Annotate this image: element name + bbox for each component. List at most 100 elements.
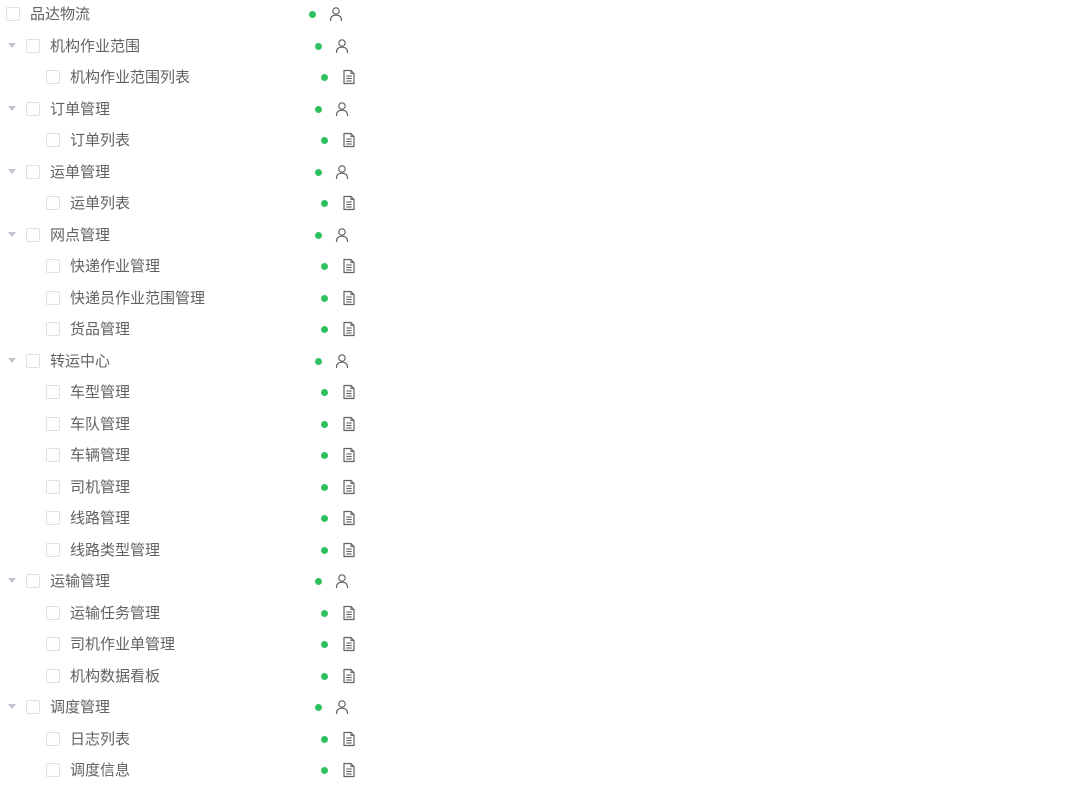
node-checkbox[interactable] (46, 763, 60, 777)
user-icon[interactable] (335, 227, 349, 243)
node-checkbox[interactable] (6, 7, 20, 21)
document-icon[interactable] (342, 479, 356, 495)
node-label: 订单列表 (70, 131, 131, 149)
node-checkbox[interactable] (26, 700, 40, 714)
tree-group-node[interactable]: 运输管理 (0, 567, 380, 595)
node-checkbox[interactable] (46, 448, 60, 462)
tree-group-node[interactable]: 订单管理 (0, 95, 380, 123)
status-dot-icon (321, 389, 328, 396)
document-icon[interactable] (342, 542, 356, 558)
tree-leaf-node[interactable]: 线路管理 (0, 504, 380, 532)
node-checkbox[interactable] (46, 417, 60, 431)
node-label: 运输管理 (50, 572, 111, 590)
document-icon[interactable] (342, 290, 356, 306)
tree-leaf-node[interactable]: 司机管理 (0, 473, 380, 501)
tree-group-node[interactable]: 调度管理 (0, 693, 380, 721)
status-dot-icon (321, 484, 328, 491)
node-label: 车型管理 (70, 383, 131, 401)
document-icon[interactable] (342, 762, 356, 778)
tree-group-node[interactable]: 机构作业范围 (0, 32, 380, 60)
user-icon[interactable] (335, 353, 349, 369)
status-dot-icon (315, 578, 322, 585)
tree-leaf-node[interactable]: 司机作业单管理 (0, 630, 380, 658)
status-dot-icon (321, 736, 328, 743)
node-checkbox[interactable] (46, 732, 60, 746)
tree-root-node[interactable]: 品达物流 (0, 0, 380, 28)
tree-leaf-node[interactable]: 车型管理 (0, 378, 380, 406)
tree-leaf-node[interactable]: 日志列表 (0, 725, 380, 753)
node-label: 运单列表 (70, 194, 131, 212)
document-icon[interactable] (342, 668, 356, 684)
document-icon[interactable] (342, 416, 356, 432)
user-icon[interactable] (335, 699, 349, 715)
document-icon[interactable] (342, 510, 356, 526)
tree-leaf-node[interactable]: 运输任务管理 (0, 599, 380, 627)
node-checkbox[interactable] (26, 574, 40, 588)
tree-group-node[interactable]: 网点管理 (0, 221, 380, 249)
tree-group-node[interactable]: 运单管理 (0, 158, 380, 186)
tree-leaf-node[interactable]: 机构作业范围列表 (0, 63, 380, 91)
expand-caret-icon[interactable] (8, 358, 16, 363)
document-icon[interactable] (342, 195, 356, 211)
tree-leaf-node[interactable]: 调度信息 (0, 756, 380, 784)
node-label: 线路类型管理 (70, 541, 161, 559)
node-checkbox[interactable] (46, 637, 60, 651)
tree-leaf-node[interactable]: 快递作业管理 (0, 252, 380, 280)
tree-leaf-node[interactable]: 运单列表 (0, 189, 380, 217)
node-label: 车辆管理 (70, 446, 131, 464)
user-icon[interactable] (329, 6, 343, 22)
document-icon[interactable] (342, 447, 356, 463)
document-icon[interactable] (342, 69, 356, 85)
user-icon[interactable] (335, 101, 349, 117)
node-checkbox[interactable] (46, 543, 60, 557)
node-checkbox[interactable] (46, 480, 60, 494)
node-checkbox[interactable] (26, 165, 40, 179)
tree-leaf-node[interactable]: 车队管理 (0, 410, 380, 438)
expand-caret-icon[interactable] (8, 106, 16, 111)
tree-leaf-node[interactable]: 线路类型管理 (0, 536, 380, 564)
tree-leaf-node[interactable]: 机构数据看板 (0, 662, 380, 690)
tree-group-node[interactable]: 转运中心 (0, 347, 380, 375)
node-checkbox[interactable] (46, 291, 60, 305)
user-icon[interactable] (335, 38, 349, 54)
document-icon[interactable] (342, 605, 356, 621)
node-checkbox[interactable] (46, 322, 60, 336)
tree-leaf-node[interactable]: 快递员作业范围管理 (0, 284, 380, 312)
tree-leaf-node[interactable]: 订单列表 (0, 126, 380, 154)
node-label: 快递作业管理 (70, 257, 161, 275)
node-checkbox[interactable] (26, 39, 40, 53)
user-icon[interactable] (335, 164, 349, 180)
expand-caret-icon[interactable] (8, 704, 16, 709)
document-icon[interactable] (342, 384, 356, 400)
document-icon[interactable] (342, 731, 356, 747)
expand-caret-icon[interactable] (8, 578, 16, 583)
node-checkbox[interactable] (46, 259, 60, 273)
node-checkbox[interactable] (26, 102, 40, 116)
tree-leaf-node[interactable]: 货品管理 (0, 315, 380, 343)
document-icon[interactable] (342, 132, 356, 148)
node-checkbox[interactable] (26, 354, 40, 368)
expand-caret-icon[interactable] (8, 43, 16, 48)
expand-caret-icon[interactable] (8, 232, 16, 237)
document-icon[interactable] (342, 321, 356, 337)
node-label: 运输任务管理 (70, 604, 161, 622)
node-checkbox[interactable] (46, 511, 60, 525)
node-checkbox[interactable] (46, 70, 60, 84)
status-dot-icon (321, 515, 328, 522)
node-checkbox[interactable] (46, 196, 60, 210)
node-checkbox[interactable] (46, 669, 60, 683)
node-checkbox[interactable] (46, 133, 60, 147)
status-dot-icon (321, 263, 328, 270)
document-icon[interactable] (342, 258, 356, 274)
user-icon[interactable] (335, 573, 349, 589)
status-dot-icon (321, 610, 328, 617)
status-dot-icon (321, 326, 328, 333)
tree-leaf-node[interactable]: 车辆管理 (0, 441, 380, 469)
node-checkbox[interactable] (46, 385, 60, 399)
node-checkbox[interactable] (46, 606, 60, 620)
status-dot-icon (321, 673, 328, 680)
node-checkbox[interactable] (26, 228, 40, 242)
status-dot-icon (315, 704, 322, 711)
expand-caret-icon[interactable] (8, 169, 16, 174)
document-icon[interactable] (342, 636, 356, 652)
